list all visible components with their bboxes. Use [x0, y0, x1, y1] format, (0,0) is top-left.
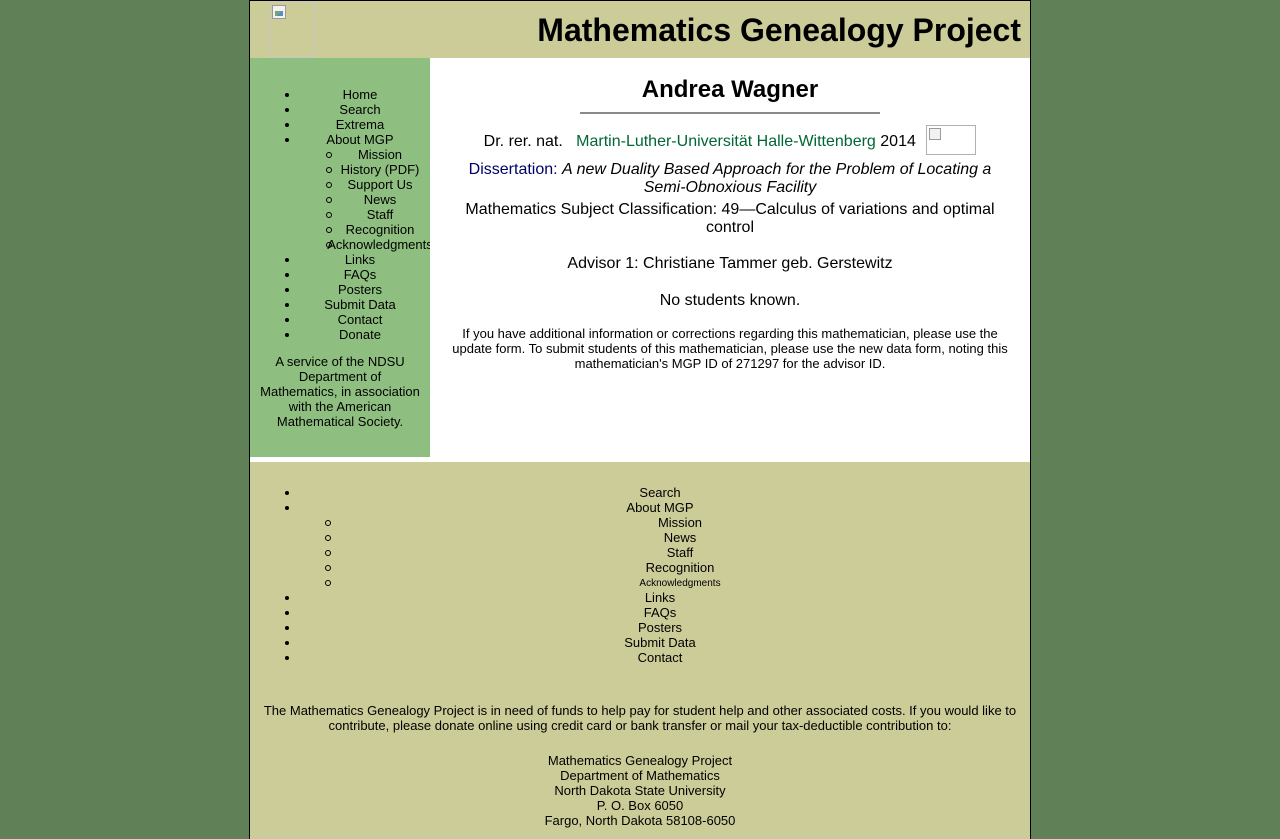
- sidebar-item-links[interactable]: Links: [250, 252, 430, 267]
- sidebar-item-label[interactable]: Submit Data: [324, 297, 396, 312]
- sidebar-item-home[interactable]: Home: [250, 87, 430, 102]
- footer-item-staff[interactable]: Staff: [250, 545, 1030, 560]
- sidebar-item-history-pdf[interactable]: History (PDF): [250, 162, 430, 177]
- sidebar-service-note: A service of the NDSU Department of Math…: [250, 354, 430, 429]
- university-link[interactable]: Martin-Luther-Universität Halle-Wittenbe…: [576, 133, 876, 150]
- sidebar-item-label[interactable]: Extrema: [336, 117, 384, 132]
- sidebar-item-label[interactable]: Links: [345, 252, 375, 267]
- footer-item-search[interactable]: Search: [250, 485, 1030, 500]
- footer-item-label[interactable]: News: [664, 530, 697, 545]
- footer-item-label[interactable]: FAQs: [644, 605, 677, 620]
- address-line: Mathematics Genealogy Project: [547, 753, 733, 768]
- address-line: North Dakota State University: [554, 783, 726, 798]
- sidebar-item-acknowledgments[interactable]: Acknowledgments: [250, 237, 433, 252]
- footer-item-posters[interactable]: Posters: [250, 620, 1030, 635]
- footer-item-faqs[interactable]: FAQs: [250, 605, 1030, 620]
- mailing-address: Mathematics Genealogy Project Department…: [250, 753, 1030, 828]
- sidebar-item-posters[interactable]: Posters: [250, 282, 430, 297]
- sidebar-item-mission[interactable]: Mission: [250, 147, 430, 162]
- footer-item-news[interactable]: News: [250, 530, 1030, 545]
- dissertation-title: A new Duality Based Approach for the Pro…: [562, 161, 992, 196]
- sidebar-item-label[interactable]: Contact: [338, 312, 383, 327]
- sidebar-item-label[interactable]: About MGP: [326, 132, 393, 147]
- footer-item-label[interactable]: Links: [645, 590, 675, 605]
- service-line: Department of: [298, 369, 382, 384]
- service-line: A service of the NDSU: [275, 354, 405, 369]
- address-line: P. O. Box 6050: [596, 798, 684, 813]
- sidebar-item-label[interactable]: Support Us: [347, 177, 412, 192]
- site-header: Mathematics Genealogy Project: [250, 1, 1030, 58]
- sidebar-item-staff[interactable]: Staff: [250, 207, 430, 222]
- degree-type: Dr. rer. nat.: [483, 133, 563, 151]
- service-line: Mathematics, in association: [260, 384, 420, 399]
- sidebar-item-label[interactable]: News: [364, 192, 397, 207]
- degree-year: 2014: [880, 133, 916, 151]
- students-note: No students known.: [659, 292, 801, 309]
- advisor-line[interactable]: Advisor 1: Christiane Tammer geb. Gerste…: [430, 255, 1030, 273]
- sidebar-item-label[interactable]: Acknowledgments: [327, 237, 433, 252]
- footer-item-label[interactable]: Contact: [638, 650, 683, 665]
- sidebar-item-label[interactable]: History (PDF): [341, 162, 420, 177]
- sidebar: Home Search Extrema About MGP Mission History…: [250, 58, 433, 457]
- sidebar-item-label[interactable]: Mission: [358, 147, 402, 162]
- page-frame: Mathematics Genealogy Project Home Search…: [249, 0, 1031, 839]
- address-line: Fargo, North Dakota 58108-6050: [544, 813, 736, 828]
- sidebar-item-label[interactable]: Search: [339, 102, 380, 117]
- footer-item-label[interactable]: Search: [639, 485, 680, 500]
- country-flag-icon: [926, 125, 977, 155]
- footer-item-label[interactable]: Staff: [667, 545, 694, 560]
- funds-note: The Mathematics Genealogy Project is in …: [263, 703, 1017, 733]
- sidebar-item-recognition[interactable]: Recognition: [250, 222, 430, 237]
- mathematician-name: Andrea Wagner: [641, 76, 819, 103]
- footer-item-label[interactable]: Submit Data: [624, 635, 696, 650]
- sidebar-item-label[interactable]: Recognition: [346, 222, 415, 237]
- sidebar-item-about-mgp[interactable]: About MGP: [250, 132, 430, 147]
- sidebar-item-extrema[interactable]: Extrema: [250, 117, 430, 132]
- footer-item-acknowledgments[interactable]: Acknowledgments: [250, 575, 1030, 590]
- footer-item-submit-data[interactable]: Submit Data: [250, 635, 1030, 650]
- dissertation: Dissertation: A new Duality Based Approa…: [450, 161, 1010, 197]
- name-divider: [580, 112, 880, 114]
- footer-item-links[interactable]: Links: [250, 590, 1030, 605]
- footer-item-label[interactable]: Recognition: [646, 560, 715, 575]
- footer-item-recognition[interactable]: Recognition: [250, 560, 1030, 575]
- footer-item-label[interactable]: About MGP: [626, 500, 693, 515]
- degree-line: Dr. rer. nat. Martin-Luther-Universität …: [430, 125, 1030, 157]
- sidebar-item-news[interactable]: News: [250, 192, 430, 207]
- sidebar-item-label[interactable]: Posters: [338, 282, 382, 297]
- sidebar-item-label[interactable]: Staff: [367, 207, 394, 222]
- service-line: Mathematical Society.: [276, 414, 404, 429]
- sidebar-item-label[interactable]: Home: [343, 87, 378, 102]
- footer-nav: Search About MGP Mission News Staff Recogniti…: [250, 485, 1030, 665]
- sidebar-item-search[interactable]: Search: [250, 102, 430, 117]
- site-title[interactable]: Mathematics Genealogy Project: [537, 11, 1021, 49]
- sidebar-item-label[interactable]: Donate: [339, 327, 381, 342]
- site-footer: Search About MGP Mission News Staff Recogniti…: [250, 462, 1030, 839]
- subject-classification: Mathematics Subject Classification: 49—C…: [465, 201, 995, 236]
- sidebar-item-label[interactable]: FAQs: [344, 267, 377, 282]
- footer-item-contact[interactable]: Contact: [250, 650, 1030, 665]
- update-note: If you have additional information or co…: [452, 326, 1008, 371]
- sidebar-item-faqs[interactable]: FAQs: [250, 267, 430, 282]
- broken-image-icon: [272, 5, 286, 19]
- sidebar-nav: Home Search Extrema About MGP Mission History…: [250, 58, 433, 342]
- address-line: Department of Mathematics: [560, 768, 720, 783]
- sidebar-item-donate[interactable]: Donate: [250, 327, 430, 342]
- footer-item-mission[interactable]: Mission: [250, 515, 1030, 530]
- sidebar-item-contact[interactable]: Contact: [250, 312, 430, 327]
- sidebar-item-support-us[interactable]: Support Us: [250, 177, 430, 192]
- footer-item-label[interactable]: Mission: [658, 515, 702, 530]
- dissertation-label: Dissertation:: [468, 161, 558, 178]
- sidebar-item-submit-data[interactable]: Submit Data: [250, 297, 430, 312]
- main-content: Andrea Wagner Dr. rer. nat. Martin-Luthe…: [430, 58, 1030, 462]
- footer-item-about-mgp[interactable]: About MGP: [250, 500, 1030, 515]
- mgp-logo-icon[interactable]: [269, 1, 315, 57]
- footer-item-label[interactable]: Posters: [638, 620, 682, 635]
- footer-item-label[interactable]: Acknowledgments: [639, 576, 720, 591]
- service-line: with the American: [288, 399, 392, 414]
